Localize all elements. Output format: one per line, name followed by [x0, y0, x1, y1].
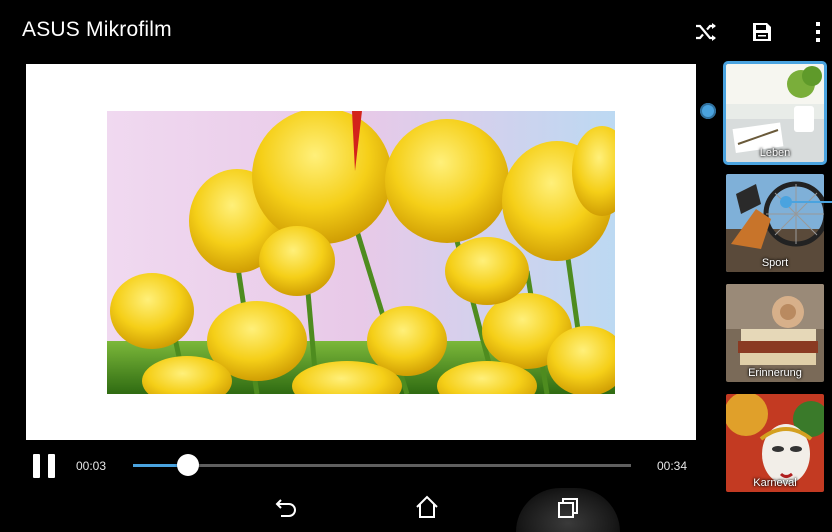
- selected-theme-indicator: [700, 103, 716, 119]
- home-button[interactable]: [414, 494, 440, 520]
- sport-theme-marker-line: [792, 201, 832, 203]
- recent-apps-icon: [558, 498, 578, 518]
- seek-bar-thumb[interactable]: [176, 454, 199, 476]
- system-nav-bar: [0, 488, 832, 532]
- seek-bar[interactable]: [133, 454, 631, 476]
- back-button[interactable]: [273, 494, 299, 520]
- theme-erinnerung[interactable]: Erinnerung: [726, 284, 824, 382]
- app-title: ASUS Mikrofilm: [22, 18, 172, 41]
- theme-leben[interactable]: Leben: [723, 61, 827, 165]
- tulip-photo: [107, 111, 615, 394]
- current-time: 00:03: [76, 459, 107, 473]
- save-icon: [753, 23, 771, 41]
- overflow-menu-button[interactable]: [804, 18, 832, 46]
- save-button[interactable]: [748, 18, 776, 46]
- theme-karneval[interactable]: Karneval: [726, 394, 824, 492]
- pause-button[interactable]: [33, 454, 57, 478]
- total-time: 00:34: [657, 459, 688, 473]
- theme-label: Leben: [759, 147, 791, 159]
- app-bar: ASUS Mikrofilm: [0, 0, 832, 62]
- overflow-menu-icon: [816, 22, 820, 42]
- back-icon: [275, 499, 296, 517]
- theme-list: Leben Sport Erinnerung Karneval: [722, 60, 832, 492]
- recent-apps-button[interactable]: [555, 494, 581, 520]
- theme-sport[interactable]: Sport: [726, 174, 824, 272]
- shuffle-button[interactable]: [692, 18, 720, 46]
- home-icon: [416, 495, 438, 518]
- theme-label: Sport: [761, 257, 789, 269]
- video-preview[interactable]: [26, 64, 696, 440]
- shuffle-icon: [696, 23, 716, 41]
- playback-controls: 00:03 00:34: [0, 442, 710, 488]
- sport-theme-marker: [780, 196, 792, 208]
- theme-label: Erinnerung: [748, 367, 802, 379]
